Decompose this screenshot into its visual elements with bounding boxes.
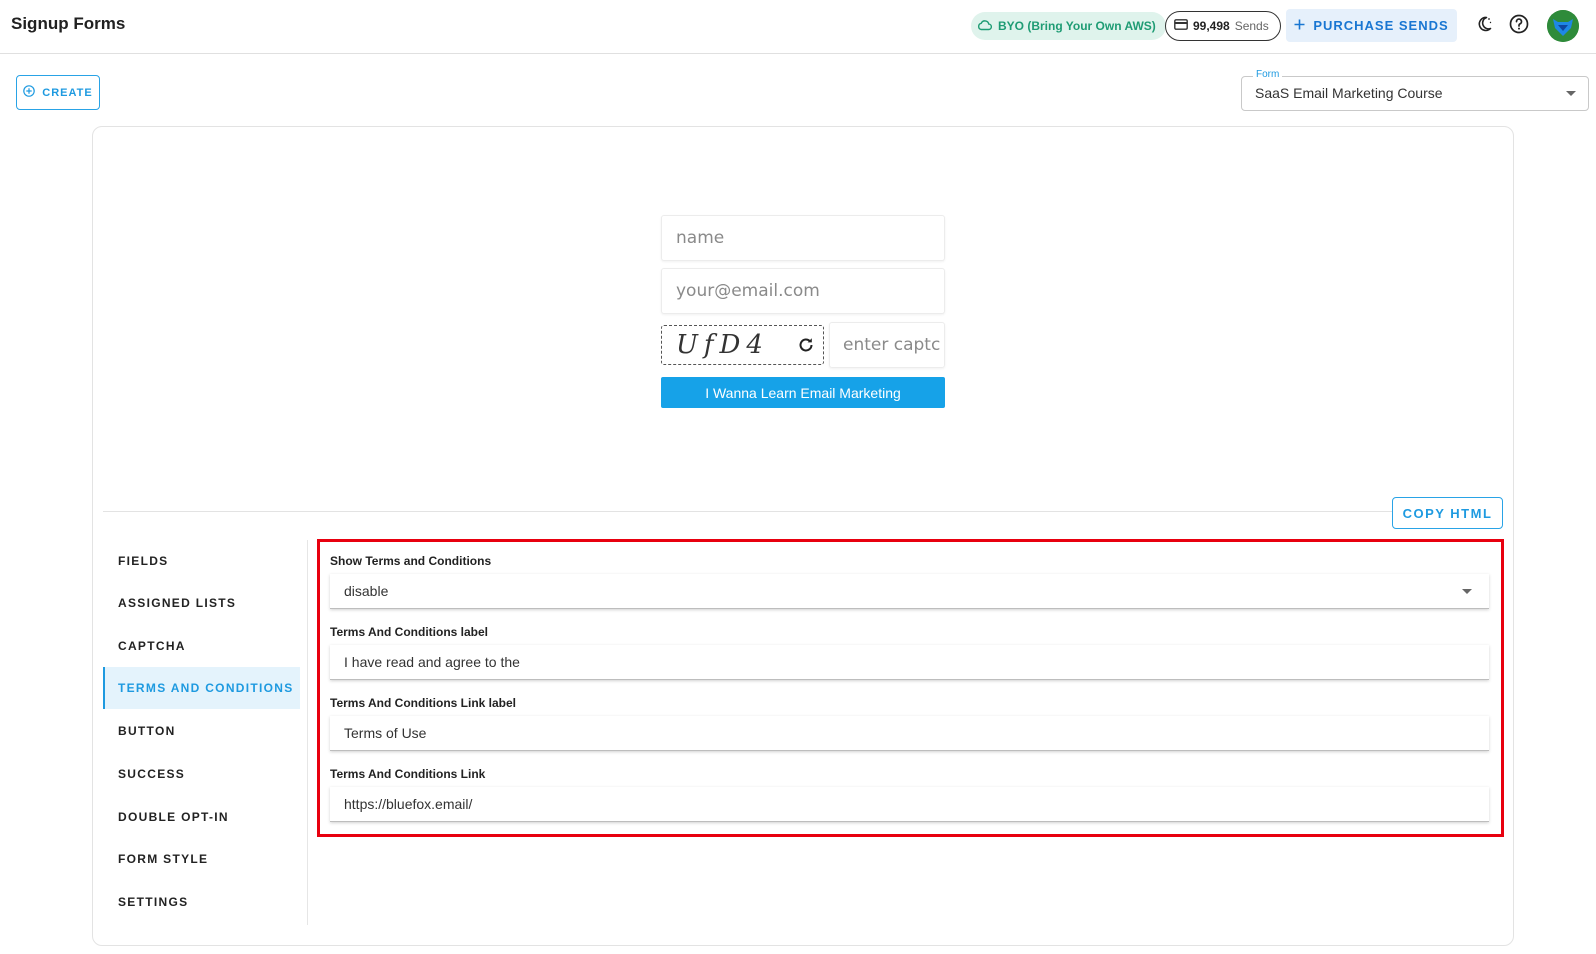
byo-aws-chip[interactable]: BYO (Bring Your Own AWS) [971,12,1166,40]
tab-label: FORM STYLE [118,852,209,866]
create-label: CREATE [42,86,93,99]
tab-double-opt-in[interactable]: DOUBLE OPT-IN [103,796,300,838]
terms-link-label-value: Terms of Use [344,725,427,741]
tab-label: SUCCESS [118,767,186,781]
caret-down-icon [1566,91,1576,96]
preview-captcha-placeholder: enter captc [843,335,941,355]
tab-label: TERMS AND CONDITIONS [118,681,294,695]
tab-label: BUTTON [118,724,176,738]
avatar[interactable] [1547,10,1579,42]
preview-captcha-input[interactable]: enter captc [829,322,945,368]
terms-link-label-label: Terms And Conditions Link label [330,696,517,710]
show-terms-select[interactable]: disable [330,574,1489,609]
tab-label: DOUBLE OPT-IN [118,810,229,824]
dark-mode-toggle[interactable] [1470,12,1498,40]
captcha-text: UfD4 [676,330,769,360]
tab-captcha[interactable]: CAPTCHA [103,625,300,667]
byo-label: BYO (Bring Your Own AWS) [998,19,1156,33]
tab-settings[interactable]: SETTINGS [103,881,300,923]
terms-link-label-input[interactable]: Terms of Use [330,716,1489,751]
copy-html-label: COPY HTML [1402,505,1493,521]
terms-label-label: Terms And Conditions label [330,625,489,639]
create-button[interactable]: CREATE [16,75,100,110]
tab-terms-and-conditions[interactable]: TERMS AND CONDITIONS [103,667,300,709]
tab-button[interactable]: BUTTON [103,710,300,752]
divider [103,511,1394,512]
preview-submit-label: I Wanna Learn Email Marketing [705,384,901,401]
tab-assigned-lists[interactable]: ASSIGNED LISTS [103,582,300,624]
terms-link-value: https://bluefox.email/ [344,796,473,812]
terms-settings-panel: Show Terms and Conditions disable Terms … [317,539,1504,837]
caret-down-icon [1462,589,1472,594]
moon-icon [1475,15,1493,38]
terms-label-value: I have read and agree to the [344,654,520,670]
help-icon [1509,14,1529,39]
preview-name-placeholder: name [676,228,725,248]
credit-card-icon [1174,19,1188,33]
preview-email-placeholder: your@email.com [676,281,820,301]
help-button[interactable] [1505,12,1533,40]
preview-name-input[interactable]: name [661,215,945,261]
sends-unit: Sends [1234,19,1269,33]
captcha-image: UfD4 [661,325,824,365]
show-terms-value: disable [344,583,389,599]
settings-tabs: FIELDS ASSIGNED LISTS CAPTCHA TERMS AND … [103,540,308,925]
tab-fields[interactable]: FIELDS [103,540,300,582]
preview-email-input[interactable]: your@email.com [661,268,945,314]
tab-label: ASSIGNED LISTS [118,596,237,610]
terms-link-input[interactable]: https://bluefox.email/ [330,787,1489,822]
plus-icon [1294,18,1305,33]
cloud-icon [977,19,993,34]
terms-label-input[interactable]: I have read and agree to the [330,645,1489,680]
tab-success[interactable]: SUCCESS [103,753,300,795]
purchase-sends-label: PURCHASE SENDS [1313,18,1449,33]
sends-balance-chip[interactable]: 99,498 Sends [1165,11,1281,41]
fox-logo-icon [1547,10,1579,42]
tab-label: SETTINGS [118,895,189,909]
form-select[interactable]: Form SaaS Email Marketing Course [1241,69,1589,111]
form-select-value: SaaS Email Marketing Course [1255,85,1443,101]
page-title: Signup Forms [11,14,126,33]
form-select-legend: Form [1253,69,1283,80]
purchase-sends-button[interactable]: PURCHASE SENDS [1286,9,1457,42]
tab-label: FIELDS [118,554,169,568]
copy-html-button[interactable]: COPY HTML [1392,497,1503,529]
preview-submit-button[interactable]: I Wanna Learn Email Marketing [661,377,945,408]
tab-form-style[interactable]: FORM STYLE [103,838,300,880]
terms-link-label: Terms And Conditions Link [330,767,486,781]
sends-count: 99,498 [1193,19,1230,33]
refresh-icon[interactable] [797,336,815,354]
show-terms-label: Show Terms and Conditions [330,554,492,568]
top-bar: Signup Forms BYO (Bring Your Own AWS) 99… [0,0,1596,54]
add-circle-icon [23,85,36,100]
tab-label: CAPTCHA [118,639,186,653]
